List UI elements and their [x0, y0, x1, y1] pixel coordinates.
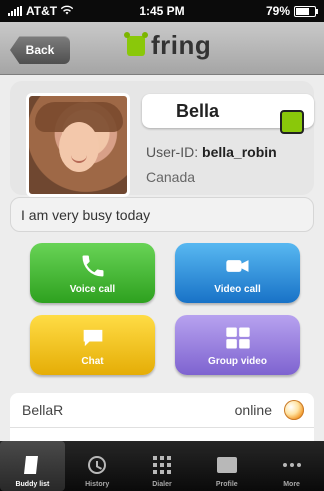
group-video-button[interactable]: Group video	[175, 315, 300, 375]
chat-bubble-icon	[83, 329, 102, 346]
contact-row-name: BellaR	[22, 402, 64, 418]
user-id-value: bella_robin	[202, 144, 277, 160]
contact-row[interactable]: BellaR online	[10, 393, 314, 427]
chat-button[interactable]: Chat	[30, 315, 155, 375]
country: Canada	[146, 169, 196, 185]
msn-icon	[284, 400, 304, 420]
tab-dialer[interactable]: Dialer	[130, 441, 195, 491]
contact-name-field[interactable]: Bella	[142, 94, 314, 134]
app-logo: fring	[124, 30, 212, 61]
avatar-face	[59, 122, 99, 172]
voice-call-label: Voice call	[69, 283, 116, 295]
tab-history[interactable]: History	[65, 441, 130, 491]
logo-text: fring	[151, 30, 212, 60]
tab-label: Dialer	[152, 481, 172, 488]
phone-icon	[82, 255, 103, 276]
tab-more[interactable]: More	[259, 441, 324, 491]
buddy-list-icon	[24, 456, 39, 474]
tab-bar: Buddy list History Dialer Profile More	[0, 441, 324, 491]
profile-card: Bella User-ID: bella_robin Canada	[10, 81, 314, 197]
profile-content: Bella User-ID: bella_robin Canada I am v…	[0, 75, 324, 442]
tab-buddy-list[interactable]: Buddy list	[0, 441, 65, 491]
voice-call-button[interactable]: Voice call	[30, 243, 155, 303]
tab-label: Buddy list	[15, 481, 50, 488]
avatar	[26, 93, 130, 197]
battery-icon	[294, 5, 318, 17]
video-call-button[interactable]: Video call	[175, 243, 300, 303]
profile-card-icon	[216, 457, 237, 473]
status-message: I am very busy today	[10, 197, 314, 232]
contact-name: Bella	[176, 100, 220, 121]
tab-label: Profile	[215, 481, 238, 488]
contact-row	[10, 427, 314, 442]
user-id-label: User-ID:	[146, 144, 199, 160]
phone-screen: AT&T 1:45 PM 79% Back fring Bella User-I…	[0, 0, 324, 491]
back-button-label: Back	[25, 43, 55, 57]
group-video-icon	[225, 327, 250, 348]
battery-fill	[296, 7, 309, 15]
status-bar: AT&T 1:45 PM 79%	[0, 0, 324, 22]
battery-status: 79%	[265, 4, 318, 18]
fring-logo-icon	[124, 31, 148, 56]
tab-label: History	[85, 481, 110, 488]
contact-row-status: online	[234, 402, 272, 418]
group-video-label: Group video	[208, 355, 267, 367]
online-status-icon	[280, 110, 304, 134]
tab-profile[interactable]: Profile	[194, 441, 259, 491]
action-buttons: Voice call Video call Chat Group video	[30, 243, 300, 383]
user-id-line: User-ID: bella_robin	[146, 144, 277, 160]
tab-label: More	[283, 481, 300, 488]
video-camera-icon	[225, 259, 248, 272]
chat-label: Chat	[81, 355, 104, 367]
back-button[interactable]: Back	[10, 36, 70, 64]
battery-percent: 79%	[265, 4, 290, 18]
more-dots-icon	[282, 463, 301, 467]
navigation-bar: Back fring	[0, 22, 324, 75]
video-call-label: Video call	[214, 283, 261, 295]
history-icon	[88, 456, 107, 474]
dialer-icon	[152, 456, 171, 474]
